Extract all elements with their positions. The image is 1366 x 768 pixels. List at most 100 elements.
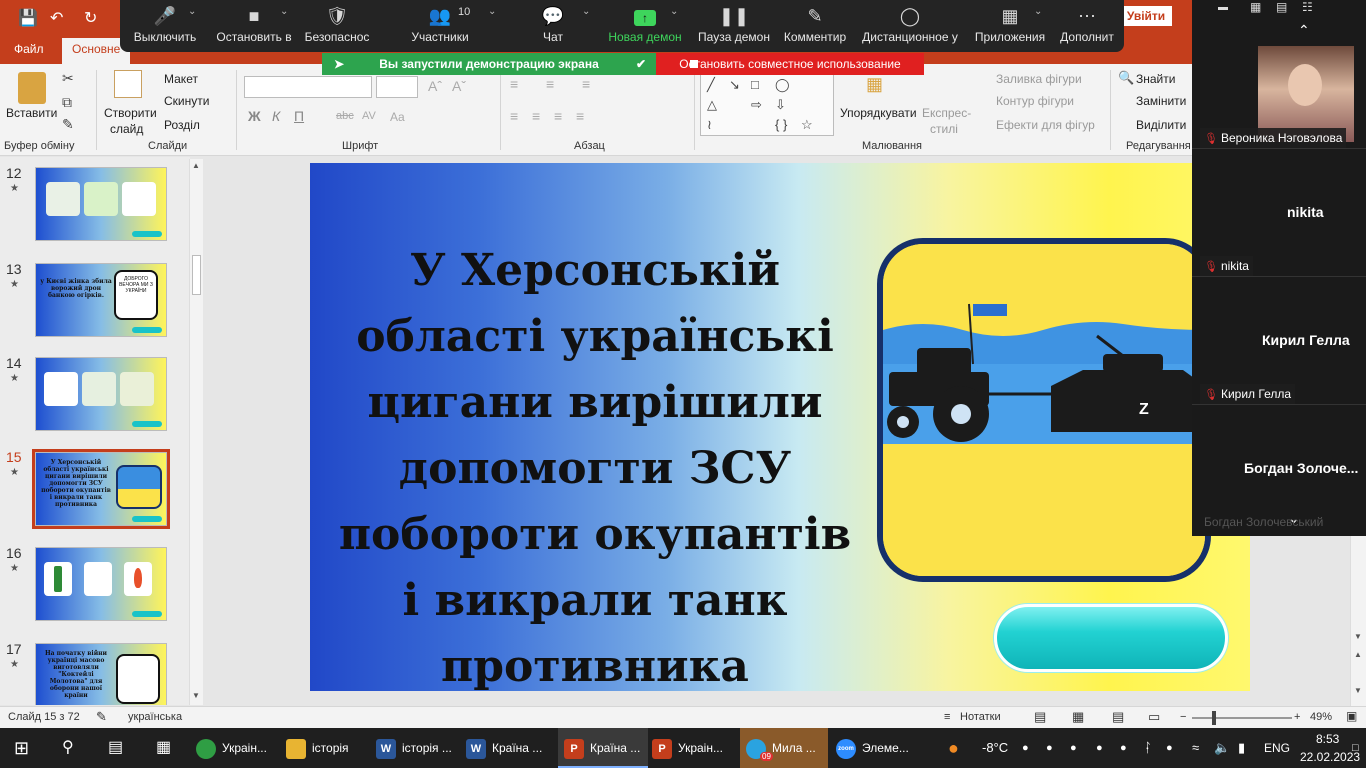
clock-time[interactable]: 8:53 <box>1316 732 1339 746</box>
windows-start-icon[interactable]: ⊞ <box>14 728 29 768</box>
brace-shape-icon[interactable]: { } <box>775 117 787 132</box>
format-painter-icon[interactable]: ✎ <box>62 116 74 133</box>
speaker-view-icon[interactable]: ▤ <box>1276 0 1287 14</box>
security-button[interactable]: 🛡 Безопаснос <box>300 0 374 52</box>
taskbar-powerpoint-2[interactable]: P Украін... <box>652 728 736 768</box>
taskbar-powerpoint-1[interactable]: P Країна ... <box>558 728 648 768</box>
notes-button[interactable]: Нотатки <box>960 711 1001 723</box>
chevron-down-icon[interactable]: ⌄ <box>188 6 196 17</box>
thumbnail-scrollbar[interactable]: ▲ ▼ <box>189 159 203 705</box>
tray-app-icon[interactable]: ● <box>1120 728 1127 768</box>
oval-shape-icon[interactable]: ◯ <box>775 77 790 93</box>
scroll-up-icon[interactable]: ▲ <box>192 161 200 170</box>
scroll-down-icon[interactable]: ▼ <box>1354 632 1362 641</box>
next-slide-icon[interactable]: ▼ <box>1354 686 1362 695</box>
layout-button[interactable]: Макет <box>164 72 198 86</box>
tractor-tank-image[interactable]: Z <box>877 238 1211 582</box>
spellcheck-icon[interactable]: ✎ <box>96 709 107 725</box>
scroll-down-icon[interactable]: ▼ <box>192 691 200 700</box>
notifications-icon[interactable]: □ <box>1352 728 1359 768</box>
pause-share-button[interactable]: ❚❚ Пауза демон <box>694 0 774 52</box>
taskbar-word-2[interactable]: W Країна ... <box>466 728 554 768</box>
shape-effects-button[interactable]: Ефекти для фігур <box>996 118 1095 132</box>
grow-font-icon[interactable]: Aˆ <box>428 78 442 94</box>
indent-icon[interactable]: ≡ <box>582 76 590 92</box>
fit-to-window-icon[interactable]: ▣ <box>1346 709 1357 723</box>
weather-temperature[interactable]: -8°C <box>982 728 1008 768</box>
search-icon[interactable]: ⚲ <box>62 728 74 768</box>
chevron-down-icon[interactable]: ⌄ <box>670 6 678 17</box>
undo-icon[interactable]: ↶ <box>50 8 63 28</box>
tray-app-icon[interactable]: ● <box>1022 728 1029 768</box>
taskbar-telegram[interactable]: Мила ... <box>740 728 828 768</box>
weather-icon[interactable]: ● <box>948 728 959 768</box>
slideshow-icon[interactable]: ▭ <box>1148 709 1160 725</box>
shape-fill-button[interactable]: Заливка фігури <box>996 72 1082 86</box>
reset-button[interactable]: Скинути <box>164 94 209 108</box>
arrange-icon[interactable]: ▦ <box>866 74 883 95</box>
slide-thumbnail-14[interactable] <box>35 357 167 431</box>
save-icon[interactable]: 💾 <box>18 8 38 28</box>
font-name-field[interactable] <box>244 76 372 98</box>
italic-button[interactable]: К <box>272 108 280 124</box>
redo-icon[interactable]: ↻ <box>84 8 97 28</box>
zoom-in-icon[interactable]: + <box>1294 711 1300 723</box>
arrange-button[interactable]: Упорядкувати <box>840 106 917 120</box>
bold-button[interactable]: Ж <box>248 108 261 124</box>
language-indicator[interactable]: українська <box>128 711 182 723</box>
paste-button[interactable]: Вставити <box>6 106 57 120</box>
curve-shape-icon[interactable]: ≀ <box>707 117 712 133</box>
grid-icon[interactable]: ☷ <box>1302 0 1313 14</box>
new-slide-icon[interactable] <box>114 70 142 98</box>
more-button[interactable]: ⋯ Дополнит <box>1054 0 1120 52</box>
normal-view-icon[interactable]: ▤ <box>1034 709 1046 725</box>
tab-file[interactable]: Файл <box>14 42 44 56</box>
taskbar-folder[interactable]: історія <box>286 728 368 768</box>
annotate-button[interactable]: ✎ Комментир <box>780 0 850 52</box>
stop-sharing-button[interactable]: Остановить совместное использование <box>656 53 924 75</box>
numbering-icon[interactable]: ≡ <box>546 76 554 92</box>
minimize-icon[interactable]: ▬ <box>1218 2 1228 13</box>
battery-icon[interactable]: ▮ <box>1238 728 1245 768</box>
volume-icon[interactable]: 🔈 <box>1214 728 1230 768</box>
justify-icon[interactable]: ≡ <box>576 108 584 124</box>
slide-thumbnail-12[interactable] <box>35 167 167 241</box>
previous-slide-icon[interactable]: ▲ <box>1354 650 1362 659</box>
slide-thumbnail-15[interactable]: У Херсонській області українські цигани … <box>32 449 170 529</box>
slide-thumbnail-17[interactable]: На початку війни українці масово виготов… <box>35 643 167 705</box>
scroll-thumb[interactable] <box>192 255 201 295</box>
zoom-slider-handle[interactable] <box>1211 711 1216 725</box>
language-switcher[interactable]: ENG <box>1264 728 1290 768</box>
section-button[interactable]: Розділ <box>164 118 200 132</box>
quick-styles-button[interactable]: Експрес- <box>922 106 971 120</box>
shrink-font-icon[interactable]: Aˇ <box>452 78 466 94</box>
zoom-percentage[interactable]: 49% <box>1310 711 1332 723</box>
chevron-down-icon[interactable]: ⌄ <box>1034 6 1042 17</box>
zoom-slider[interactable] <box>1192 717 1292 719</box>
slide-cyan-button[interactable] <box>994 604 1228 672</box>
sign-in-button[interactable]: Увійти <box>1120 6 1172 26</box>
triangle-shape-icon[interactable]: △ <box>707 97 717 113</box>
task-view-icon[interactable]: ▤ <box>108 728 123 768</box>
teams-icon[interactable]: ● <box>1046 728 1053 768</box>
arrow-shape-icon[interactable]: ↘ <box>729 77 740 93</box>
cut-icon[interactable]: ✂ <box>62 70 74 87</box>
taskbar-chrome[interactable]: Украін... <box>196 728 278 768</box>
tray-app-icon[interactable]: ● <box>1166 728 1173 768</box>
zoom-out-icon[interactable]: − <box>1180 711 1186 723</box>
gallery-view-icon[interactable]: ▦ <box>1250 0 1261 14</box>
slide-thumbnail-13[interactable]: у Києві жінка збила ворожий дрон банкою … <box>35 263 167 337</box>
bullets-icon[interactable]: ≡ <box>510 76 518 92</box>
scroll-up-icon[interactable]: ⌃ <box>1298 22 1310 39</box>
new-slide-button[interactable]: Створити <box>104 106 157 120</box>
replace-button[interactable]: Замінити <box>1136 94 1186 108</box>
taskbar-zoom[interactable]: zoom Элеме... <box>836 728 916 768</box>
rectangle-shape-icon[interactable]: □ <box>751 77 759 92</box>
find-button[interactable]: Знайти <box>1136 72 1175 86</box>
select-button[interactable]: Виділити <box>1136 118 1186 132</box>
align-center-icon[interactable]: ≡ <box>532 108 540 124</box>
slide-sorter-icon[interactable]: ▦ <box>1072 709 1084 725</box>
strikethrough-button[interactable]: abc <box>336 110 354 122</box>
underline-button[interactable]: П <box>294 108 304 124</box>
chat-button[interactable]: 💬 Чат <box>520 0 586 52</box>
